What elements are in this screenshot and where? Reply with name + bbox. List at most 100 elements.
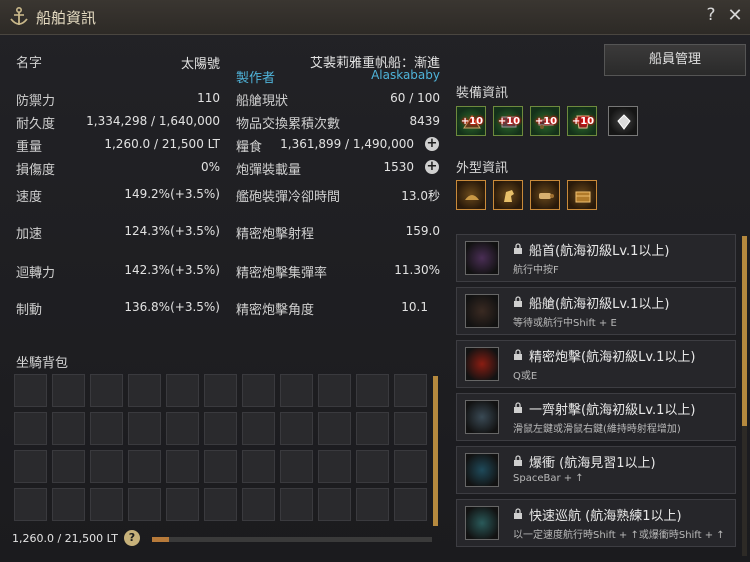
weight-fill	[152, 537, 169, 542]
equip-badge: +10	[497, 116, 521, 127]
inventory-slot[interactable]	[242, 374, 275, 407]
inventory-slot[interactable]	[356, 450, 389, 483]
skill-item[interactable]: 爆衝 (航海見習1以上) SpaceBar + ↑	[456, 446, 736, 494]
inventory-slot[interactable]	[318, 412, 351, 445]
inventory-slot[interactable]	[204, 488, 237, 521]
stat-label-weight: 重量	[16, 140, 43, 155]
skill-item[interactable]: 船艙(航海初級Lv.1以上) 等待或航行中Shift + E	[456, 287, 736, 335]
skill-item[interactable]: 一齊射擊(航海初級Lv.1以上) 滑鼠左鍵或滑鼠右鍵(維持時射程增加)	[456, 393, 736, 441]
inventory-slot[interactable]	[90, 450, 123, 483]
stat-value-acceleration: 124.3%(+3.5%)	[124, 224, 220, 238]
skill-keybind: 以一定速度航行時Shift + ↑或爆衝時Shift + ↑	[513, 530, 725, 541]
skill-name: 爆衝 (航海見習1以上)	[529, 456, 656, 471]
inventory-slot[interactable]	[242, 488, 275, 521]
inventory-slot[interactable]	[356, 412, 389, 445]
inventory-slot[interactable]	[14, 412, 47, 445]
crew-management-button[interactable]: 船員管理	[604, 44, 746, 76]
stat-value-defense: 110	[197, 91, 220, 105]
skill-scroll-thumb[interactable]	[742, 236, 747, 426]
ship-plating-icon[interactable]: +10	[493, 106, 523, 136]
inventory-slot[interactable]	[280, 374, 313, 407]
inventory-slot[interactable]	[14, 374, 47, 407]
inventory-slot[interactable]	[128, 450, 161, 483]
inventory-slot[interactable]	[318, 488, 351, 521]
figurehead-icon[interactable]	[456, 180, 486, 210]
inventory-slot[interactable]	[242, 450, 275, 483]
inventory-slot[interactable]	[394, 450, 427, 483]
add-ammo-button[interactable]: +	[425, 160, 439, 174]
stat-label-acceleration: 加速	[16, 227, 43, 242]
inventory-slot[interactable]	[166, 450, 199, 483]
add-rations-button[interactable]: +	[425, 137, 439, 151]
inventory-slot[interactable]	[14, 450, 47, 483]
stat-label-defense: 防禦力	[16, 94, 56, 109]
stat-label-damage: 損傷度	[16, 163, 56, 178]
creator-value: Alaskababy	[371, 68, 440, 82]
weight-help-icon[interactable]: ?	[124, 530, 140, 546]
inventory-slot[interactable]	[394, 488, 427, 521]
skill-name: 船艙(航海初級Lv.1以上)	[529, 297, 670, 312]
stat-label-precision-range: 精密炮擊射程	[236, 227, 315, 242]
inventory-slot[interactable]	[52, 412, 85, 445]
inventory-slot[interactable]	[128, 412, 161, 445]
inventory-slot[interactable]	[90, 374, 123, 407]
stat-label-durability: 耐久度	[16, 117, 56, 132]
inventory-slot[interactable]	[318, 374, 351, 407]
lock-icon	[513, 402, 523, 413]
inventory-slot[interactable]	[204, 374, 237, 407]
equipment-title: 裝備資訊	[456, 86, 509, 101]
title-bar[interactable]: 船舶資訊 ? ✕	[0, 0, 750, 35]
lock-icon	[513, 243, 523, 254]
stat-value-turning: 142.3%(+3.5%)	[124, 263, 220, 277]
inventory-slot[interactable]	[90, 488, 123, 521]
help-button[interactable]: ?	[702, 5, 720, 27]
skill-name: 精密炮擊(航海初級Lv.1以上)	[529, 350, 696, 365]
stat-label-ammo: 炮彈裝載量	[236, 163, 302, 178]
stat-value-durability: 1,334,298 / 1,640,000	[86, 114, 220, 128]
crystal-icon[interactable]	[608, 106, 638, 136]
inventory-slot[interactable]	[128, 488, 161, 521]
inventory-grid	[14, 374, 430, 542]
stat-value-cabin: 60 / 100	[390, 91, 440, 105]
target-icon	[465, 347, 499, 381]
inventory-slot[interactable]	[280, 450, 313, 483]
chest-icon[interactable]	[567, 180, 597, 210]
ship-prow-icon[interactable]: +10	[456, 106, 486, 136]
lock-icon	[513, 349, 523, 360]
inventory-slot[interactable]	[52, 374, 85, 407]
inventory-slot[interactable]	[356, 488, 389, 521]
inventory-slot[interactable]	[356, 374, 389, 407]
inventory-slot[interactable]	[52, 488, 85, 521]
inventory-slot[interactable]	[394, 412, 427, 445]
inventory-slot[interactable]	[166, 488, 199, 521]
inventory-slot[interactable]	[280, 488, 313, 521]
inventory-slot[interactable]	[204, 450, 237, 483]
inventory-slot[interactable]	[166, 374, 199, 407]
stat-value-trade-count: 8439	[409, 114, 440, 128]
inventory-slot[interactable]	[90, 412, 123, 445]
inventory-scroll-thumb[interactable]	[433, 376, 438, 526]
inventory-slot[interactable]	[166, 412, 199, 445]
inventory-slot[interactable]	[14, 488, 47, 521]
inventory-slot[interactable]	[280, 412, 313, 445]
ship-sail-icon[interactable]: +10	[567, 106, 597, 136]
skill-item[interactable]: 快速巡航 (航海熟練1以上) 以一定速度航行時Shift + ↑或爆衝時Shift…	[456, 499, 736, 547]
inventory-slot[interactable]	[128, 374, 161, 407]
inventory-slot[interactable]	[52, 450, 85, 483]
lock-icon	[513, 296, 523, 307]
ship-name-label: 名字	[16, 56, 43, 71]
inventory-slot[interactable]	[394, 374, 427, 407]
inventory-slot[interactable]	[242, 412, 275, 445]
inventory-slot[interactable]	[318, 450, 351, 483]
horse-figure-icon[interactable]	[493, 180, 523, 210]
skill-keybind: 等待或航行中Shift + E	[513, 318, 617, 329]
skill-name: 快速巡航 (航海熟練1以上)	[529, 509, 682, 524]
ship-cannon-icon[interactable]: +10	[530, 106, 560, 136]
skill-item[interactable]: 船首(航海初級Lv.1以上) 航行中按F	[456, 234, 736, 282]
skill-item[interactable]: 精密炮擊(航海初級Lv.1以上) Q或E	[456, 340, 736, 388]
wave-icon	[465, 506, 499, 540]
close-button[interactable]: ✕	[726, 5, 744, 27]
cannon-skin-icon[interactable]	[530, 180, 560, 210]
window-title: 船舶資訊	[36, 9, 97, 27]
inventory-slot[interactable]	[204, 412, 237, 445]
